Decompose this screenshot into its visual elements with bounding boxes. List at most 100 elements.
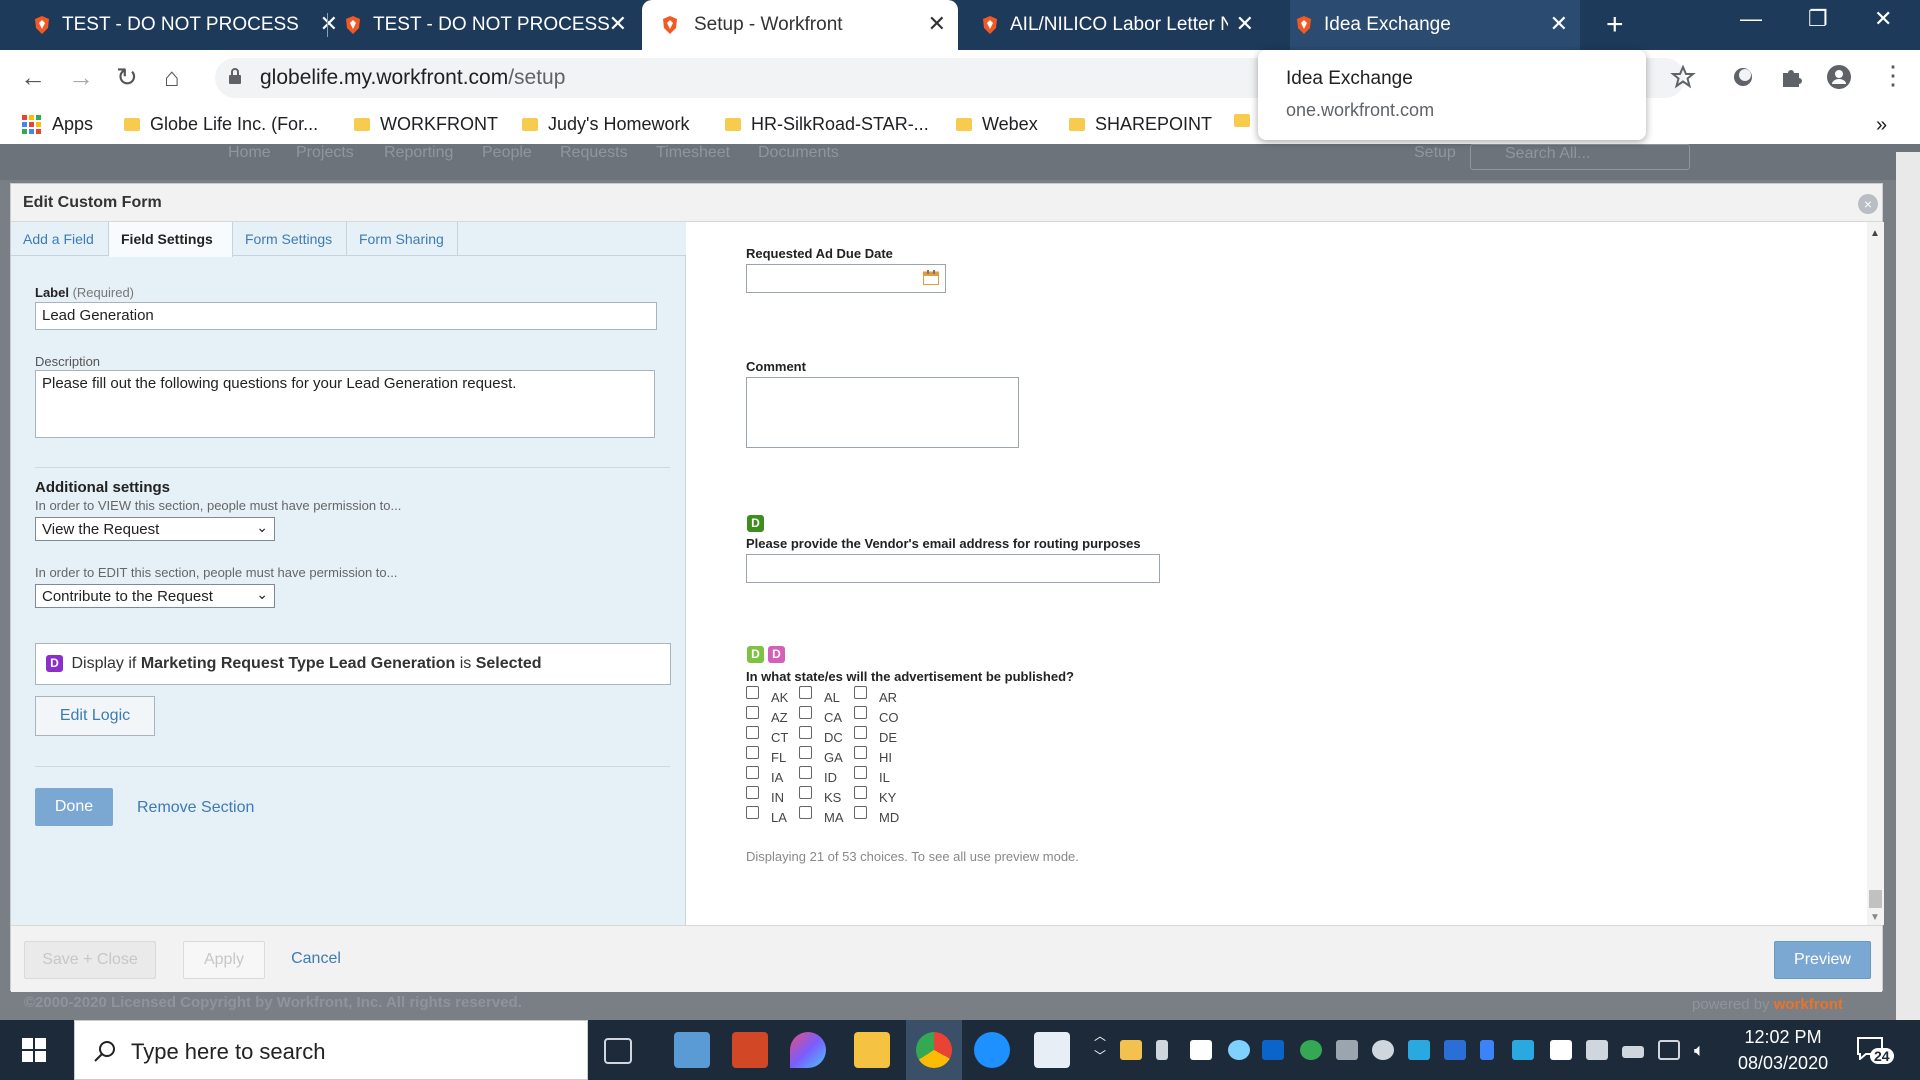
tab-add-a-field[interactable]: Add a Field [11, 222, 109, 256]
state-checkbox-la[interactable] [746, 806, 759, 819]
state-checkbox-al[interactable] [799, 686, 812, 699]
taskbar-search[interactable]: Type here to search [74, 1020, 588, 1080]
menu-kebab-icon[interactable]: ⋮ [1880, 60, 1906, 91]
bookmark-hr-silkroad[interactable]: HR-SilkRoad-STAR-... [725, 114, 929, 135]
close-icon[interactable]: ✕ [609, 11, 627, 37]
comment-textarea[interactable] [746, 377, 1019, 448]
state-checkbox-ia[interactable] [746, 766, 759, 779]
state-checkbox-de[interactable] [854, 726, 867, 739]
forward-icon[interactable]: → [68, 62, 94, 93]
vendor-email-input[interactable] [746, 554, 1160, 583]
profile-avatar-icon[interactable] [1826, 64, 1852, 90]
notification-center[interactable]: 24 [1856, 1036, 1896, 1070]
calendar-icon[interactable] [923, 270, 939, 285]
reload-icon[interactable]: ↻ [116, 62, 138, 93]
file-explorer-icon[interactable] [854, 1032, 890, 1068]
lock-tray-icon[interactable] [1372, 1040, 1394, 1060]
mail-icon[interactable] [1120, 1040, 1142, 1060]
apply-button[interactable]: Apply [183, 941, 265, 979]
tab-form-settings[interactable]: Form Settings [233, 222, 347, 256]
scroll-thumb[interactable] [1869, 890, 1882, 908]
remove-section-link[interactable]: Remove Section [137, 799, 254, 817]
word-icon[interactable] [1444, 1040, 1466, 1060]
bookmark-webex[interactable]: Webex [956, 114, 1038, 135]
close-icon[interactable]: ✕ [1236, 11, 1254, 37]
extension-circle-icon[interactable] [1730, 64, 1756, 90]
browser-tab-4[interactable]: AIL/NILICO Labor Letter Ne ✕ [976, 0, 1266, 50]
lock-icon[interactable] [228, 67, 242, 85]
bookmark-judys-homework[interactable]: Judy's Homework [522, 114, 689, 135]
tray-expand-icon[interactable]: ︿ ﹀ [1094, 1026, 1106, 1066]
state-checkbox-ar[interactable] [854, 686, 867, 699]
state-checkbox-ct[interactable] [746, 726, 759, 739]
network-app-icon[interactable] [1512, 1040, 1534, 1060]
scroll-down-icon[interactable]: ▼ [1870, 912, 1880, 923]
task-view-icon[interactable] [604, 1038, 632, 1064]
bookmark-globe-life[interactable]: Globe Life Inc. (For... [124, 114, 318, 135]
extensions-puzzle-icon[interactable] [1778, 64, 1804, 90]
usb-icon[interactable] [1156, 1040, 1168, 1060]
restore-icon[interactable]: ❐ [1808, 6, 1828, 32]
battery-icon[interactable] [1622, 1046, 1644, 1058]
tab-field-settings[interactable]: Field Settings [109, 222, 233, 257]
shield-icon[interactable] [1190, 1040, 1212, 1060]
eye-icon[interactable] [1550, 1040, 1572, 1060]
back-icon[interactable]: ← [20, 62, 46, 93]
state-checkbox-in[interactable] [746, 786, 759, 799]
state-checkbox-il[interactable] [854, 766, 867, 779]
minimize-icon[interactable]: — [1740, 6, 1762, 32]
outlook-icon[interactable] [1262, 1040, 1284, 1060]
preview-button[interactable]: Preview [1774, 941, 1871, 979]
browser-tab-active[interactable]: Setup - Workfront ✕ [642, 0, 958, 50]
state-checkbox-ga[interactable] [799, 746, 812, 759]
volume-icon[interactable]: 🔈︎ [1694, 1040, 1716, 1060]
bookmarks-overflow-icon[interactable]: » [1876, 114, 1887, 137]
save-close-button[interactable]: Save + Close [24, 941, 156, 979]
state-checkbox-fl[interactable] [746, 746, 759, 759]
network-icon[interactable] [1658, 1040, 1680, 1060]
state-checkbox-ks[interactable] [799, 786, 812, 799]
close-icon[interactable]: ✕ [320, 11, 338, 37]
new-tab-icon[interactable]: + [1606, 8, 1624, 42]
edit-logic-button[interactable]: Edit Logic [35, 696, 155, 736]
internet-explorer-icon[interactable] [974, 1032, 1010, 1068]
star-icon[interactable] [1670, 64, 1696, 90]
state-checkbox-ky[interactable] [854, 786, 867, 799]
cancel-button[interactable]: Cancel [281, 941, 351, 979]
system-clock[interactable]: 12:02 PM 08/03/2020 [1738, 1024, 1828, 1076]
close-icon[interactable]: ✕ [1550, 11, 1568, 37]
close-icon[interactable]: × [1858, 194, 1878, 214]
browser-tab-2[interactable]: TEST - DO NOT PROCESS ✕ [339, 0, 639, 50]
done-button[interactable]: Done [35, 788, 113, 826]
preview-scrollbar[interactable]: ▲ ▼ [1867, 222, 1884, 925]
bookmark-sharepoint[interactable]: SHAREPOINT [1069, 114, 1212, 135]
browser-tab-5[interactable]: Idea Exchange ✕ [1290, 0, 1580, 50]
due-date-input[interactable] [746, 264, 946, 293]
powerpoint-icon[interactable] [732, 1032, 768, 1068]
onedrive-icon[interactable] [1408, 1040, 1430, 1060]
state-checkbox-dc[interactable] [799, 726, 812, 739]
scroll-up-icon[interactable]: ▲ [1870, 228, 1880, 239]
bookmark-workfront[interactable]: WORKFRONT [354, 114, 498, 135]
state-checkbox-hi[interactable] [854, 746, 867, 759]
view-permission-select[interactable]: View the Request ⌄ [35, 517, 275, 541]
pen-icon[interactable] [1336, 1040, 1358, 1060]
state-checkbox-ma[interactable] [799, 806, 812, 819]
url-text[interactable]: globelife.my.workfront.com/setup [260, 66, 565, 90]
display-icon[interactable] [1586, 1040, 1608, 1060]
refresh-icon[interactable] [1300, 1040, 1322, 1060]
state-checkbox-md[interactable] [854, 806, 867, 819]
description-textarea[interactable]: Please fill out the following questions … [35, 370, 655, 438]
state-checkbox-id[interactable] [799, 766, 812, 779]
windows-start-icon[interactable] [22, 1038, 46, 1062]
photos-icon[interactable] [1034, 1032, 1070, 1068]
browser-tab-1[interactable]: TEST - DO NOT PROCESS ✕ [28, 0, 350, 50]
bluetooth-icon[interactable] [1480, 1040, 1494, 1060]
state-checkbox-co[interactable] [854, 706, 867, 719]
edit-permission-select[interactable]: Contribute to the Request ⌄ [35, 584, 275, 608]
label-input[interactable]: Lead Generation [35, 302, 657, 330]
state-checkbox-ca[interactable] [799, 706, 812, 719]
page-scrollbar[interactable] [1896, 152, 1920, 1020]
state-checkbox-az[interactable] [746, 706, 759, 719]
close-icon[interactable]: ✕ [928, 11, 946, 37]
